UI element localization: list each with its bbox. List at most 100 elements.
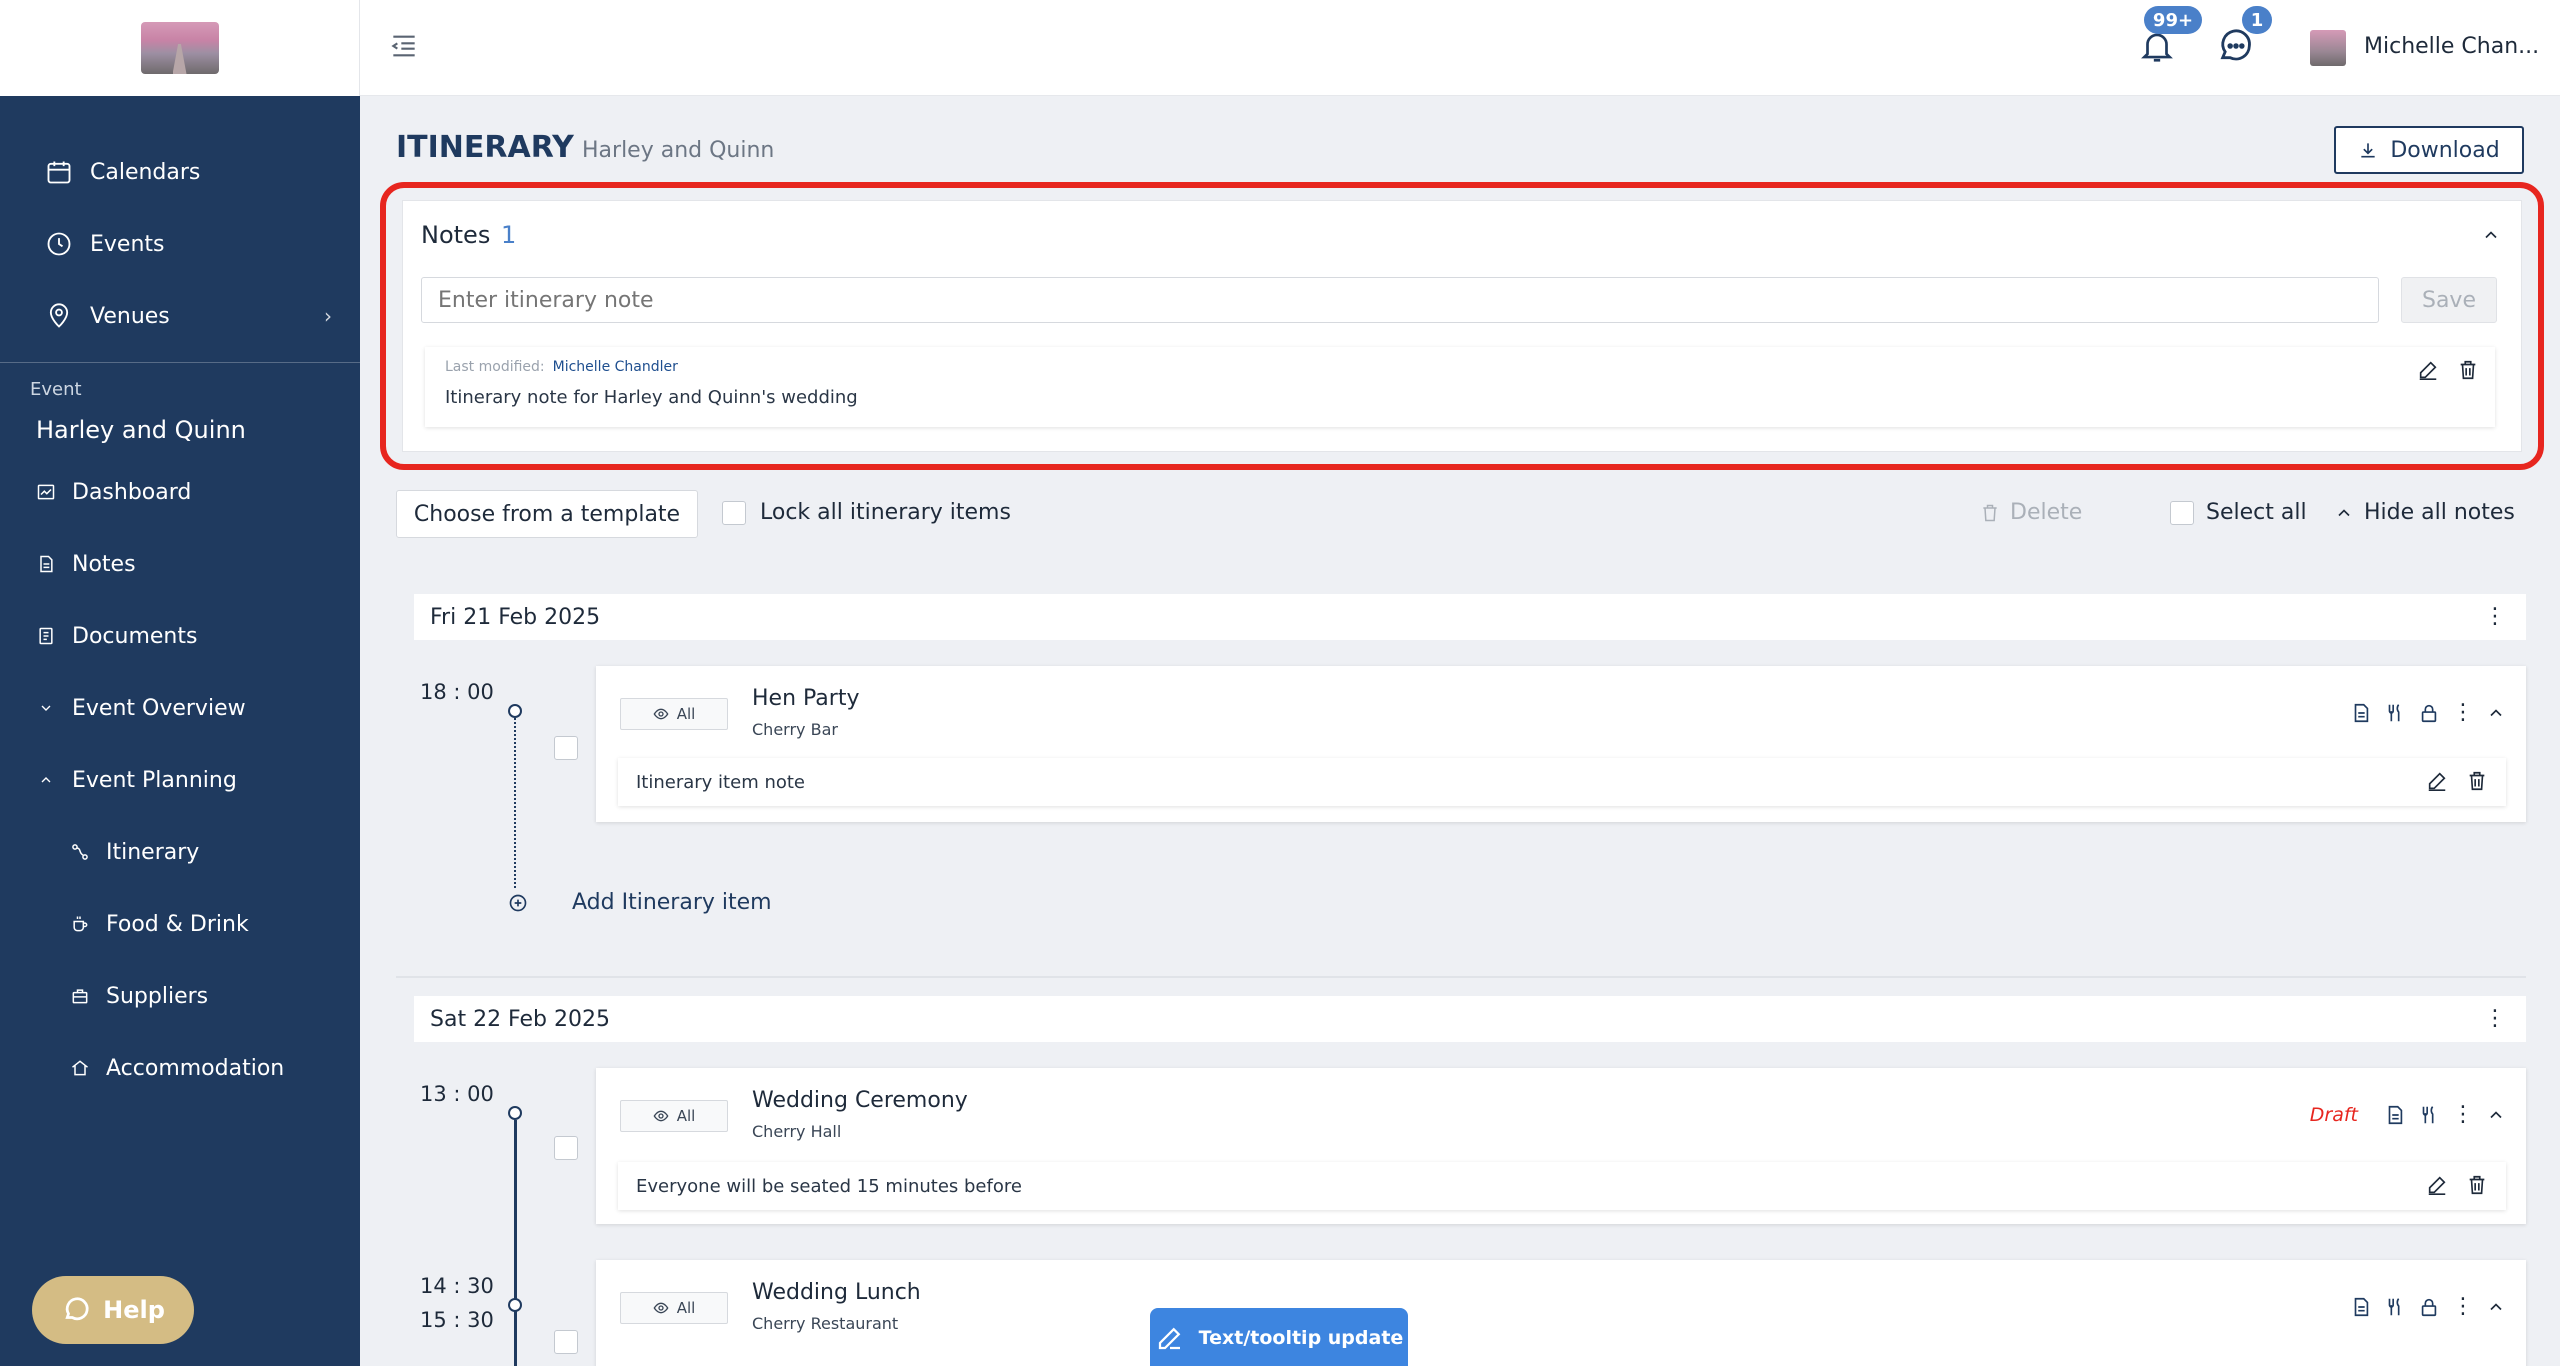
lock-all-control[interactable]: Lock all itinerary items [722,500,1011,525]
day-date: Fri 21 Feb 2025 [430,604,601,630]
itinerary-note-input[interactable] [421,277,2379,323]
choose-template-button[interactable]: Choose from a template [396,490,698,538]
time-hour: 14 [420,1274,447,1298]
document-icon[interactable] [2350,1296,2372,1318]
topbar: 99+ 1 Michelle Chan... [360,0,2560,96]
download-label: Download [2390,137,2500,163]
nav-label: Calendars [90,159,201,185]
avatar[interactable] [2310,30,2346,66]
notes-count: 1 [501,221,517,249]
help-button[interactable]: Help [32,1276,194,1344]
menu-toggle-icon[interactable] [388,30,424,66]
trash-icon[interactable] [2466,1174,2488,1196]
nav-item-dashboard[interactable]: Dashboard [0,456,360,528]
more-vertical-icon[interactable]: ⋮ [2452,1294,2474,1319]
add-itinerary-item-button[interactable]: Add Itinerary item [508,890,772,915]
itinerary-toolbar: Choose from a template Lock all itinerar… [396,490,2546,538]
timeline-dot [508,1298,522,1312]
trash-icon[interactable] [2457,359,2479,381]
nav-item-calendars[interactable]: Calendars [0,136,360,208]
edit-icon[interactable] [2426,1174,2448,1196]
document-icon[interactable] [2384,1104,2406,1126]
visibility-label: All [676,705,696,723]
nav-label: Notes [72,551,136,577]
select-all-control[interactable]: Select all [2170,500,2307,525]
item-note: Everyone will be seated 15 minutes befor… [618,1162,2506,1210]
lock-icon[interactable] [2418,1296,2440,1318]
nav-label: Itinerary [106,839,200,865]
visibility-button[interactable]: All [620,1292,728,1324]
user-name[interactable]: Michelle Chan... [2364,34,2539,59]
lock-all-checkbox[interactable] [722,500,746,525]
save-button[interactable]: Save [2401,277,2497,323]
more-vertical-icon[interactable]: ⋮ [2484,604,2506,629]
day-header: Sat 22 Feb 2025 ⋮ [414,996,2526,1042]
select-all-label: Select all [2206,500,2307,525]
nav-item-suppliers[interactable]: Suppliers [0,960,360,1032]
lock-icon[interactable] [2418,702,2440,724]
note-text: Itinerary note for Harley and Quinn's we… [445,387,858,408]
itinerary-item-card[interactable]: All Hen Party Cherry Bar ⋮ Itinerary ite… [596,666,2526,822]
item-time: 13 : 00 [420,1082,494,1106]
note-author[interactable]: Michelle Chandler [553,359,678,375]
cutlery-icon[interactable] [2384,702,2406,724]
itinerary-item-card[interactable]: All Wedding Ceremony Cherry Hall Draft ⋮… [596,1068,2526,1224]
nav-label: Suppliers [106,983,209,1009]
more-vertical-icon[interactable]: ⋮ [2452,700,2474,725]
home-icon [68,1051,92,1085]
nav-label: Events [90,231,165,257]
chevron-up-icon[interactable] [2481,225,2501,245]
documents-icon [34,619,58,653]
main-content: ITINERARY Harley and Quinn Download Note… [360,96,2560,1366]
delete-button[interactable]: Delete [1980,500,2082,525]
note-actions [2417,359,2479,381]
nav-item-notes[interactable]: Notes [0,528,360,600]
notes-highlight: Notes 1 Save Last modified: Michelle Chan… [380,182,2544,470]
pencil-icon [1155,1323,1185,1353]
cutlery-icon[interactable] [2384,1296,2406,1318]
chevron-up-icon[interactable] [2486,703,2506,723]
item-note-text: Everyone will be seated 15 minutes befor… [636,1175,1022,1197]
nav-item-events[interactable]: Events [0,208,360,280]
nav-item-event-overview[interactable]: Event Overview [0,672,360,744]
visibility-button[interactable]: All [620,698,728,730]
nav-item-documents[interactable]: Documents [0,600,360,672]
feedback-toast[interactable]: Text/tooltip update [1150,1308,1408,1366]
visibility-button[interactable]: All [620,1100,728,1132]
nav-item-accommodation[interactable]: Accommodation [0,1032,360,1104]
last-modified-label: Last modified: [445,359,545,375]
item-checkbox[interactable] [554,1330,578,1354]
cutlery-icon[interactable] [2418,1104,2440,1126]
more-vertical-icon[interactable]: ⋮ [2484,1006,2506,1031]
select-all-checkbox[interactable] [2170,500,2194,525]
item-note: Itinerary item note [618,758,2506,806]
hide-all-notes-button[interactable]: Hide all notes [2334,500,2515,525]
nav-item-itinerary[interactable]: Itinerary [0,816,360,888]
trash-icon [1980,503,2000,523]
more-vertical-icon[interactable]: ⋮ [2452,1102,2474,1127]
trash-icon[interactable] [2466,770,2488,792]
location-pin-icon [42,299,76,333]
edit-icon[interactable] [2417,359,2439,381]
item-checkbox[interactable] [554,736,578,760]
nav-label: Event Planning [72,767,237,793]
item-note-actions [2426,1174,2488,1196]
document-icon[interactable] [2350,702,2372,724]
time-minute: 00 [467,1082,494,1106]
item-end-time: 15 : 30 [420,1308,494,1332]
company-logo[interactable] [140,22,219,74]
edit-icon[interactable] [2426,770,2448,792]
chevron-up-icon[interactable] [2486,1297,2506,1317]
note-card: Last modified: Michelle Chandler Itinerar… [425,347,2495,427]
nav-item-food-drink[interactable]: Food & Drink [0,888,360,960]
item-checkbox[interactable] [554,1136,578,1160]
document-icon [34,547,58,581]
chevron-up-icon[interactable] [2486,1105,2506,1125]
itinerary-item-card[interactable]: All Wedding Lunch Cherry Restaurant ⋮ [596,1260,2526,1366]
download-button[interactable]: Download [2334,126,2524,174]
timeline-dot [508,1106,522,1120]
nav-item-event-planning[interactable]: Event Planning [0,744,360,816]
visibility-label: All [676,1107,696,1125]
nav-label: Venues [90,303,170,329]
nav-item-venues[interactable]: Venues › [0,280,360,352]
